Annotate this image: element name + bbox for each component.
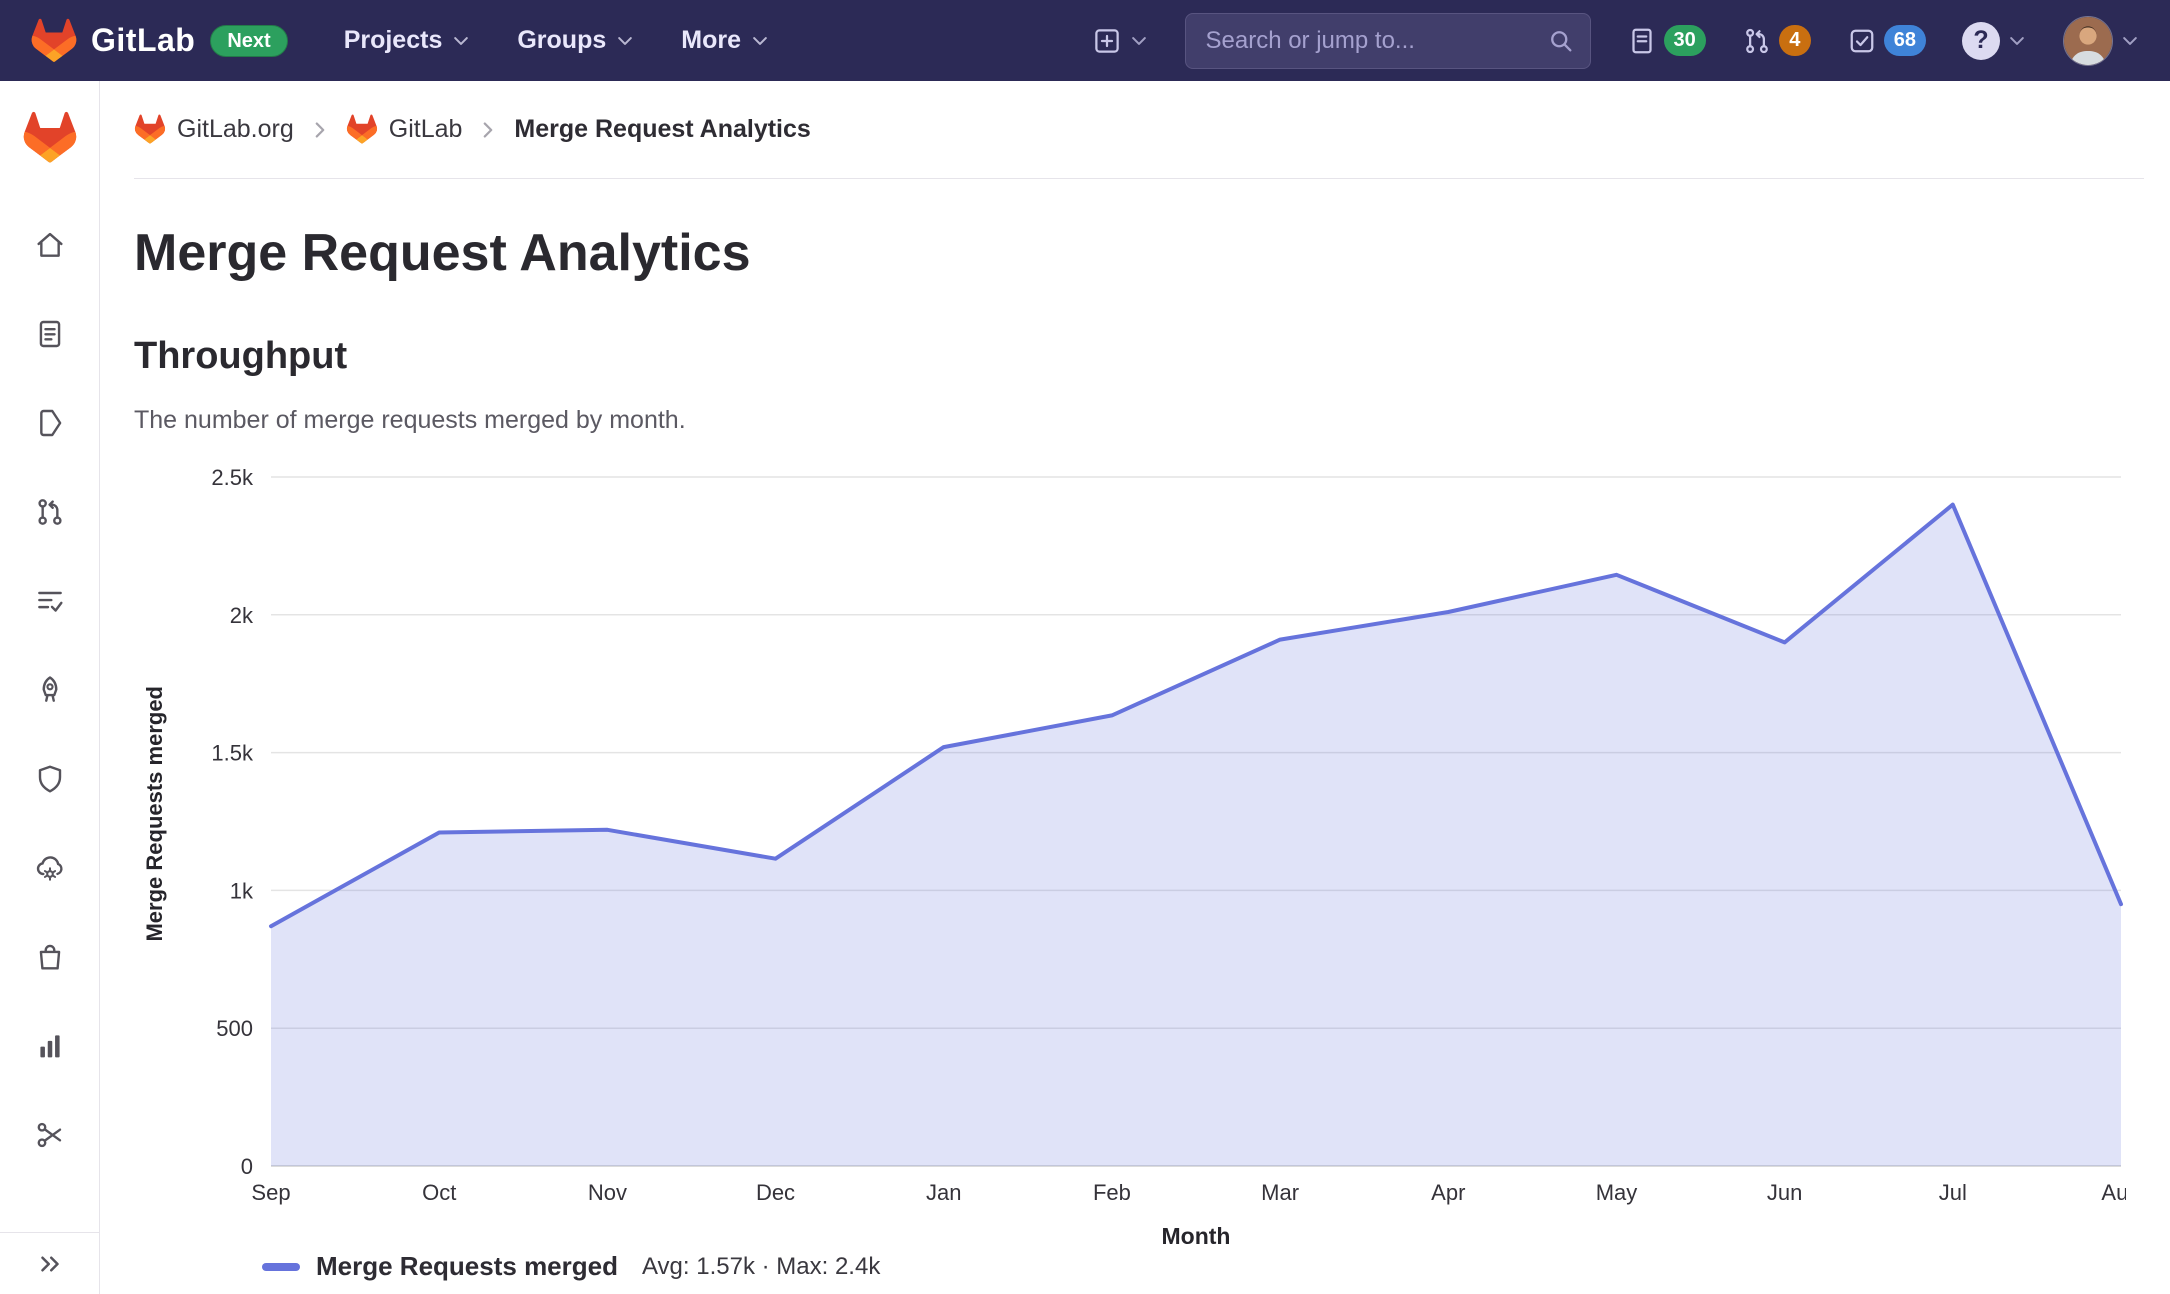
- app-body: GitLab.org GitLab Merge Request Analytic…: [0, 81, 2170, 1294]
- nav-more[interactable]: More: [681, 26, 770, 55]
- svg-text:Feb: Feb: [1093, 1180, 1131, 1205]
- chevron-down-icon: [615, 31, 635, 51]
- chevron-right-icon: [477, 119, 499, 141]
- help-icon: ?: [1962, 21, 2000, 60]
- svg-text:Jul: Jul: [1939, 1180, 1967, 1205]
- double-chevron-right-icon: [40, 1256, 59, 1271]
- svg-text:Aug: Aug: [2101, 1180, 2126, 1205]
- main-content: GitLab.org GitLab Merge Request Analytic…: [100, 81, 2170, 1294]
- legend-swatch: [262, 1262, 300, 1271]
- merge-request-icon[interactable]: [34, 496, 66, 528]
- nav-groups[interactable]: Groups: [517, 26, 635, 55]
- rocket-icon[interactable]: [34, 674, 66, 706]
- chevron-right-icon: [309, 119, 331, 141]
- issues-count-badge: 30: [1663, 25, 1706, 56]
- merge-requests-counter[interactable]: 4: [1742, 25, 1811, 56]
- nav-projects-label: Projects: [343, 26, 443, 54]
- breadcrumb-gitlab-label: GitLab: [388, 115, 463, 143]
- bag-icon[interactable]: [34, 941, 66, 973]
- throughput-chart: Merge Requests merged 0 500 1k 1.5k 2k 2.5k Se…: [134, 459, 2144, 1249]
- cloud-gear-icon[interactable]: [34, 852, 66, 884]
- plus-square-icon: [1094, 28, 1119, 53]
- breadcrumb: GitLab.org GitLab Merge Request Analytic…: [134, 81, 2144, 179]
- svg-text:Nov: Nov: [588, 1180, 627, 1205]
- svg-text:2k: 2k: [230, 603, 254, 628]
- search-box: [1184, 12, 1591, 69]
- chevron-down-icon: [2120, 31, 2140, 51]
- breadcrumb-gitlab[interactable]: GitLab: [346, 114, 463, 145]
- area-chart: 0 500 1k 1.5k 2k 2.5k Sep Oct Nov Dec Jan Feb Mar Apr…: [211, 465, 2126, 1249]
- nav-projects[interactable]: Projects: [344, 26, 472, 55]
- search-input[interactable]: [1184, 12, 1591, 69]
- svg-text:Mar: Mar: [1261, 1180, 1299, 1205]
- bookmark-label-icon[interactable]: [34, 407, 66, 439]
- chart-description: The number of merge requests merged by m…: [134, 406, 686, 434]
- todos-count-badge: 68: [1883, 25, 1926, 56]
- nav-more-label: More: [681, 26, 741, 54]
- project-avatar-icon: [346, 114, 378, 145]
- gitlab-logo[interactable]: GitLab Next: [30, 18, 288, 64]
- svg-text:500: 500: [216, 1016, 253, 1041]
- search-icon: [1550, 30, 1571, 51]
- next-badge: Next: [210, 24, 288, 57]
- svg-text:1k: 1k: [230, 878, 254, 903]
- shield-icon[interactable]: [34, 763, 66, 795]
- legend-stats: Avg: 1.57k · Max: 2.4k: [641, 1252, 881, 1280]
- svg-text:May: May: [1596, 1180, 1638, 1205]
- top-navbar: GitLab Next Projects Groups More Search …: [0, 0, 2170, 81]
- chevron-down-icon: [451, 31, 471, 51]
- navbar-right: 30 4 68 ?: [1092, 12, 2141, 69]
- group-avatar-icon: [134, 114, 166, 145]
- new-menu[interactable]: [1092, 26, 1149, 56]
- todos-counter[interactable]: 68: [1847, 25, 1926, 56]
- issues-icon: [1631, 28, 1652, 53]
- issues-counter[interactable]: 30: [1627, 25, 1706, 56]
- page-title: Merge Request Analytics: [134, 224, 751, 282]
- brand-text: GitLab: [91, 22, 196, 58]
- breadcrumb-gitlab-org-label: GitLab.org: [177, 115, 294, 143]
- breadcrumb-gitlab-org[interactable]: GitLab.org: [134, 114, 294, 145]
- scissors-icon[interactable]: [34, 1119, 66, 1151]
- svg-text:2.5k: 2.5k: [211, 465, 254, 490]
- svg-text:0: 0: [241, 1154, 253, 1179]
- chevron-down-icon: [1129, 31, 1149, 51]
- section-title: Throughput: [134, 335, 348, 377]
- file-text-icon[interactable]: [34, 318, 66, 350]
- svg-text:Apr: Apr: [1431, 1180, 1465, 1205]
- merge-request-icon: [1745, 28, 1768, 53]
- sidebar-gitlab-logo[interactable]: [22, 111, 78, 165]
- svg-text:Sep: Sep: [251, 1180, 290, 1205]
- svg-text:Jun: Jun: [1767, 1180, 1802, 1205]
- legend-label: Merge Requests merged: [316, 1251, 618, 1281]
- svg-text:Oct: Oct: [422, 1180, 456, 1205]
- list-check-icon[interactable]: [34, 585, 66, 617]
- svg-text:Month: Month: [1162, 1223, 1231, 1249]
- merge-requests-count-badge: 4: [1778, 25, 1811, 56]
- home-icon[interactable]: [34, 229, 66, 261]
- bar-chart-icon[interactable]: [34, 1030, 66, 1062]
- primary-nav: Projects Groups More: [344, 26, 770, 55]
- sidebar-items: [34, 229, 66, 1151]
- chevron-down-icon: [750, 31, 770, 51]
- gitlab-tanuki-icon: [30, 18, 78, 64]
- y-axis-title: Merge Requests merged: [142, 686, 167, 942]
- user-menu[interactable]: [2063, 15, 2140, 66]
- svg-text:Jan: Jan: [926, 1180, 961, 1205]
- todo-check-icon: [1850, 29, 1874, 52]
- chevron-down-icon: [2007, 31, 2027, 51]
- svg-text:1.5k: 1.5k: [211, 741, 254, 766]
- svg-text:Dec: Dec: [756, 1180, 795, 1205]
- help-menu[interactable]: ?: [1962, 21, 2027, 60]
- breadcrumb-current: Merge Request Analytics: [514, 115, 811, 143]
- nav-groups-label: Groups: [517, 26, 607, 54]
- sidebar-collapse[interactable]: [0, 1232, 99, 1294]
- chart-legend[interactable]: Merge Requests merged Avg: 1.57k · Max: …: [262, 1251, 2144, 1282]
- left-sidebar: [0, 81, 100, 1294]
- avatar: [2063, 15, 2113, 66]
